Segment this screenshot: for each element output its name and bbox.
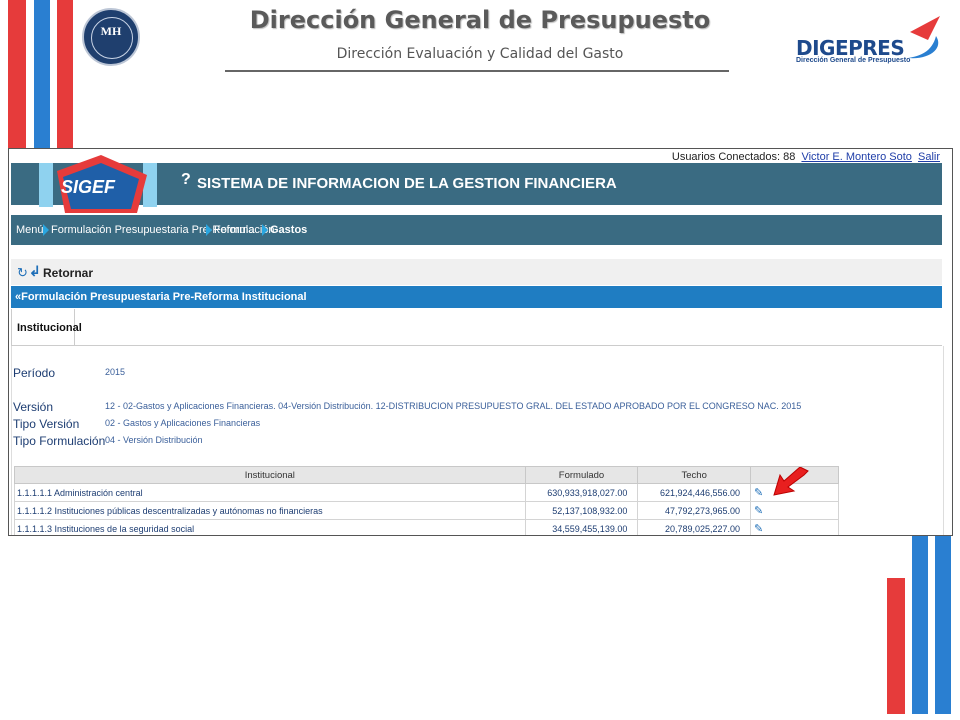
- ministry-seal-logo: MH: [82, 8, 140, 66]
- cell-techo: 20,789,025,227.00: [637, 519, 752, 535]
- tipo-formulacion-label: Tipo Formulación: [13, 434, 106, 448]
- refresh-icon[interactable]: ↻: [17, 265, 28, 281]
- decor-stripe-blue-left: [34, 0, 50, 150]
- logout-link[interactable]: Salir: [918, 151, 940, 163]
- slide-title: Dirección General de Presupuesto: [249, 6, 711, 34]
- app-title: SISTEMA DE INFORMACION DE LA GESTION FIN…: [197, 175, 617, 192]
- section-title[interactable]: «Formulación Presupuestaria Pre-Reforma …: [15, 291, 307, 303]
- version-value: 12 - 02-Gastos y Aplicaciones Financiera…: [105, 401, 802, 411]
- breadcrumb-gastos: Gastos: [270, 224, 308, 236]
- users-connected-label: Usuarios Conectados: 88: [671, 151, 796, 163]
- cell-actions: ✎: [750, 501, 839, 520]
- periodo-value: 2015: [105, 367, 126, 377]
- section-header: «Formulación Presupuestaria Pre-Reforma …: [11, 286, 942, 308]
- decor-stripe-red-left-2: [57, 0, 73, 150]
- table-row: 1.1.1.1.3 Instituciones de la seguridad …: [14, 519, 839, 535]
- cell-actions: ✎: [750, 519, 839, 535]
- breadcrumb: Menú Formulación Presupuestaria Pre-Refo…: [11, 215, 942, 245]
- periodo-label: Período: [13, 366, 56, 380]
- tipo-version-label: Tipo Versión: [13, 417, 80, 431]
- seal-text: MH: [100, 24, 122, 38]
- cell-institucional: 1.1.1.1.3 Instituciones de la seguridad …: [14, 519, 526, 535]
- table-header-row: Institucional Formulado Techo: [14, 466, 839, 484]
- version-label: Versión: [13, 400, 54, 414]
- back-arrow-icon[interactable]: ↲: [29, 263, 41, 280]
- header-institucional[interactable]: Institucional: [14, 466, 526, 484]
- pencil-icon[interactable]: ✎: [754, 504, 763, 517]
- decor-stripe-red-right: [887, 578, 905, 714]
- retornar-button[interactable]: Retornar: [43, 266, 93, 280]
- content-area: Período 2015 Versión 12 - 02-Gastos y Ap…: [11, 346, 944, 535]
- user-name-link[interactable]: Victor E. Montero Soto: [801, 151, 911, 163]
- cell-formulado: 52,137,108,932.00: [524, 501, 639, 520]
- digepres-logo-subtitle: Dirección General de Presupuesto: [796, 57, 911, 64]
- tipo-version-value: 02 - Gastos y Aplicaciones Financieras: [105, 418, 261, 428]
- tab-label: Institucional: [17, 322, 82, 334]
- breadcrumb-separator-icon: [206, 224, 212, 236]
- institucional-table: Institucional Formulado Techo 1.1.1.1.1 …: [14, 466, 839, 535]
- red-arrow-icon: [773, 467, 809, 496]
- header-formulado[interactable]: Formulado: [524, 466, 639, 484]
- cell-formulado: 630,933,918,027.00: [524, 483, 639, 502]
- cell-techo: 621,924,446,556.00: [637, 483, 752, 502]
- sigef-logo-text: SIGEF: [61, 177, 116, 197]
- pencil-icon[interactable]: ✎: [754, 522, 763, 535]
- title-divider: [225, 70, 729, 72]
- tipo-formulacion-value: 04 - Versión Distribución: [105, 435, 203, 445]
- slide-subtitle: Dirección Evaluación y Calidad del Gasto: [336, 46, 624, 62]
- breadcrumb-separator-icon: [262, 224, 268, 236]
- tab-bar: Institucional: [11, 309, 942, 346]
- cell-formulado: 34,559,455,139.00: [524, 519, 639, 535]
- header-techo[interactable]: Techo: [637, 466, 752, 484]
- decor-stripe-blue-right: [912, 534, 928, 714]
- decor-stripe-blue-right-2: [935, 534, 951, 714]
- help-icon[interactable]: ?: [181, 171, 191, 189]
- table-row: 1.1.1.1.2 Instituciones públicas descent…: [14, 501, 839, 520]
- users-connected-bar: Usuarios Conectados: 88 Victor E. Monter…: [672, 151, 940, 163]
- cell-institucional: 1.1.1.1.1 Administración central: [14, 483, 526, 502]
- breadcrumb-menu[interactable]: Menú: [16, 224, 44, 236]
- breadcrumb-separator-icon: [43, 224, 49, 236]
- decor-stripe-red-left: [8, 0, 26, 150]
- pencil-icon[interactable]: ✎: [754, 486, 763, 499]
- cell-institucional: 1.1.1.1.2 Instituciones públicas descent…: [14, 501, 526, 520]
- table-row: 1.1.1.1.1 Administración central 630,933…: [14, 483, 839, 502]
- sigef-screenshot: Usuarios Conectados: 88 Victor E. Monter…: [8, 148, 953, 536]
- toolbar: ↻ ↲ Retornar: [11, 259, 942, 285]
- cell-techo: 47,792,273,965.00: [637, 501, 752, 520]
- tab-institucional[interactable]: Institucional: [11, 309, 82, 345]
